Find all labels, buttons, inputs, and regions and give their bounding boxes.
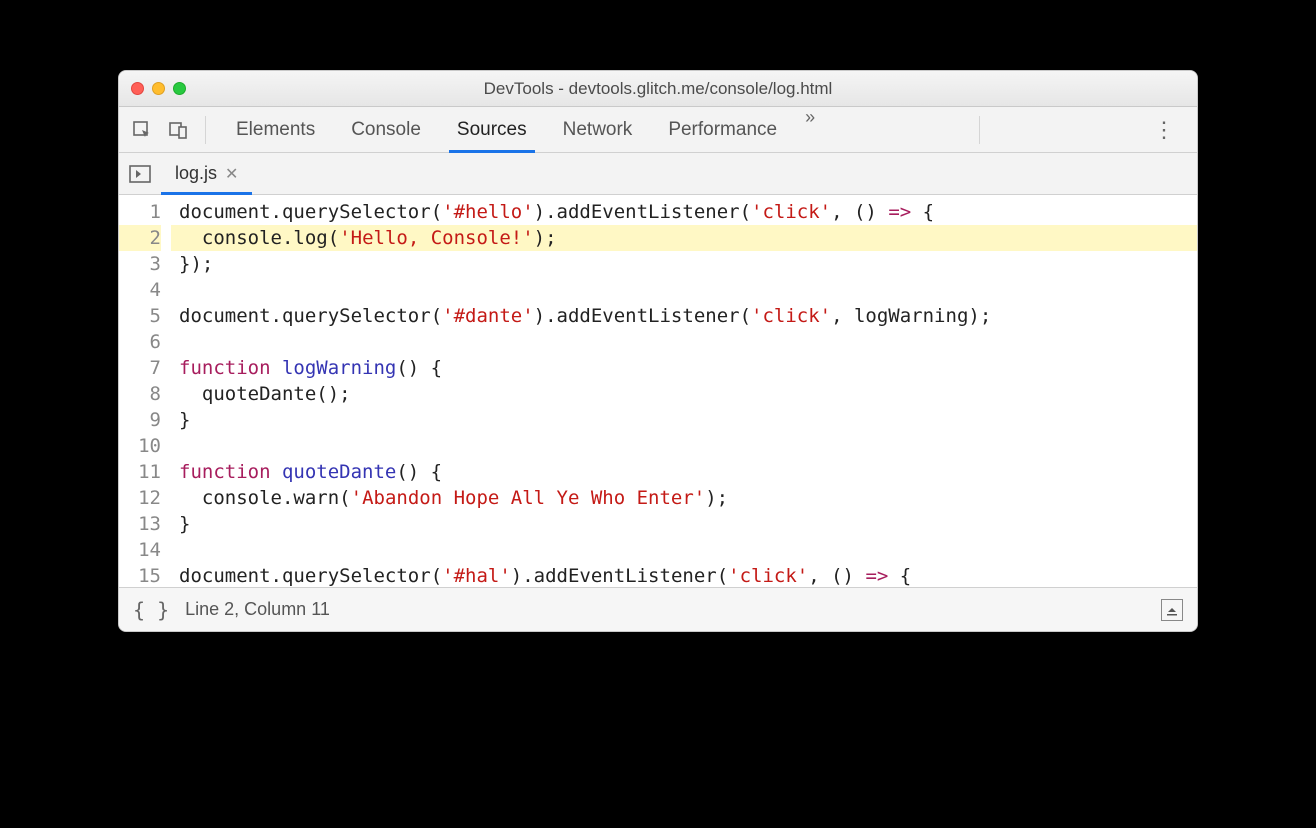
separator <box>205 116 206 144</box>
close-window-button[interactable] <box>131 82 144 95</box>
code-line[interactable]: } <box>171 511 1197 537</box>
statusbar: { } Line 2, Column 11 <box>119 587 1197 631</box>
file-tab-logjs[interactable]: log.js ✕ <box>161 153 252 194</box>
tab-elements[interactable]: Elements <box>218 107 333 152</box>
code-line[interactable]: document.querySelector('#hal').addEventL… <box>171 563 1197 587</box>
code-content[interactable]: document.querySelector('#hello').addEven… <box>171 195 1197 587</box>
code-line[interactable] <box>171 433 1197 459</box>
close-file-icon[interactable]: ✕ <box>225 164 238 184</box>
code-line[interactable]: }); <box>171 251 1197 277</box>
line-number[interactable]: 10 <box>119 433 161 459</box>
line-number[interactable]: 5 <box>119 303 161 329</box>
line-number[interactable]: 1 <box>119 199 161 225</box>
zoom-window-button[interactable] <box>173 82 186 95</box>
minimize-window-button[interactable] <box>152 82 165 95</box>
line-number[interactable]: 4 <box>119 277 161 303</box>
code-line[interactable]: document.querySelector('#hello').addEven… <box>171 199 1197 225</box>
tabs-overflow-icon[interactable]: » <box>795 107 825 152</box>
inspect-element-icon[interactable] <box>127 115 157 145</box>
cursor-position: Line 2, Column 11 <box>185 599 330 620</box>
tab-console[interactable]: Console <box>333 107 439 152</box>
line-number[interactable]: 12 <box>119 485 161 511</box>
line-number[interactable]: 6 <box>119 329 161 355</box>
device-mode-icon[interactable] <box>163 115 193 145</box>
titlebar: DevTools - devtools.glitch.me/console/lo… <box>119 71 1197 107</box>
drawer-toggle-icon[interactable] <box>1161 599 1183 621</box>
separator <box>979 116 980 144</box>
code-line[interactable]: function quoteDante() { <box>171 459 1197 485</box>
code-line[interactable]: document.querySelector('#dante').addEven… <box>171 303 1197 329</box>
pretty-print-icon[interactable]: { } <box>133 598 169 622</box>
code-line[interactable]: console.warn('Abandon Hope All Ye Who En… <box>171 485 1197 511</box>
line-number[interactable]: 15 <box>119 563 161 587</box>
line-number[interactable]: 8 <box>119 381 161 407</box>
tab-network[interactable]: Network <box>545 107 651 152</box>
line-number[interactable]: 11 <box>119 459 161 485</box>
file-tab-label: log.js <box>175 163 217 184</box>
code-line[interactable] <box>171 329 1197 355</box>
line-number[interactable]: 13 <box>119 511 161 537</box>
code-editor[interactable]: 123456789101112131415 document.querySele… <box>119 195 1197 587</box>
window-title: DevTools - devtools.glitch.me/console/lo… <box>119 79 1197 99</box>
sources-tabstrip: log.js ✕ <box>119 153 1197 195</box>
line-number[interactable]: 3 <box>119 251 161 277</box>
devtools-window: DevTools - devtools.glitch.me/console/lo… <box>118 70 1198 632</box>
panel-tabs: Elements Console Sources Network Perform… <box>218 107 825 152</box>
line-number[interactable]: 2 <box>119 225 161 251</box>
line-number[interactable]: 7 <box>119 355 161 381</box>
code-line[interactable]: function logWarning() { <box>171 355 1197 381</box>
code-line[interactable] <box>171 277 1197 303</box>
code-line[interactable] <box>171 537 1197 563</box>
code-line[interactable]: console.log('Hello, Console!'); <box>171 225 1197 251</box>
navigator-toggle-icon[interactable] <box>127 161 153 187</box>
line-number-gutter: 123456789101112131415 <box>119 195 171 587</box>
code-line[interactable]: } <box>171 407 1197 433</box>
devtools-toolbar: Elements Console Sources Network Perform… <box>119 107 1197 153</box>
tab-performance[interactable]: Performance <box>650 107 795 152</box>
code-line[interactable]: quoteDante(); <box>171 381 1197 407</box>
tab-sources[interactable]: Sources <box>439 107 545 152</box>
settings-menu-icon[interactable]: ⋮ <box>1139 117 1189 143</box>
line-number[interactable]: 9 <box>119 407 161 433</box>
traffic-lights <box>131 82 186 95</box>
line-number[interactable]: 14 <box>119 537 161 563</box>
